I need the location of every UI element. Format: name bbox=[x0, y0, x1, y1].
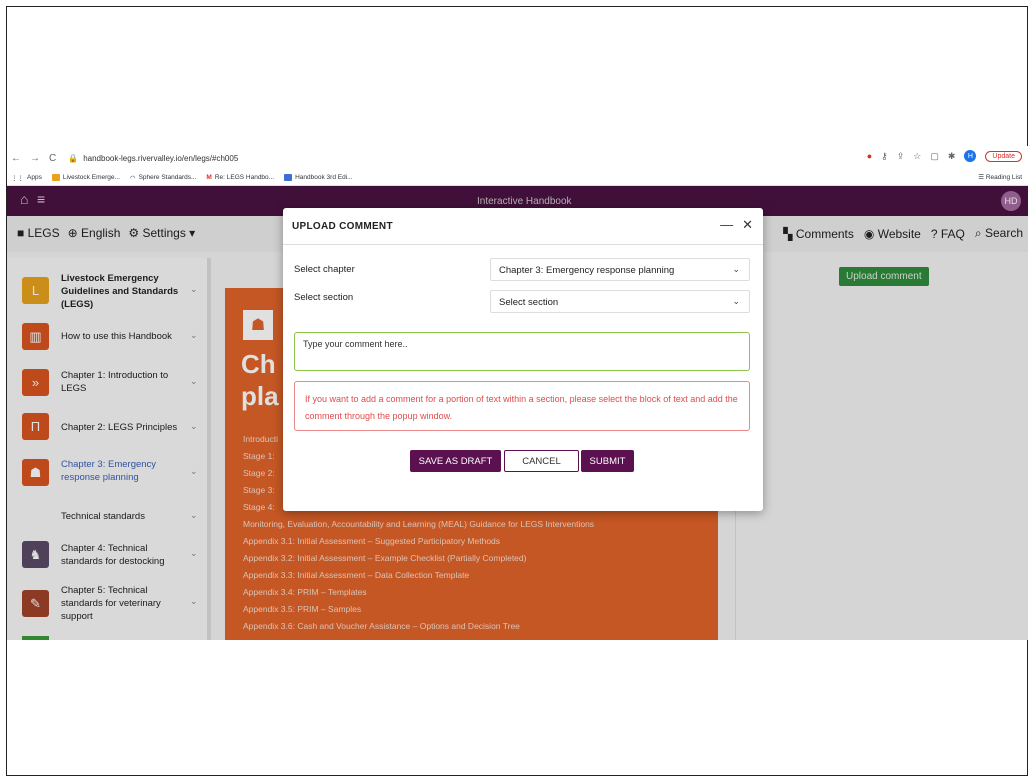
update-button[interactable]: Update bbox=[985, 150, 1022, 162]
address-bar: ← → C 🔒 handbook-legs.rivervalley.io/en/… bbox=[7, 146, 1028, 170]
section-label: Select section bbox=[294, 292, 354, 303]
modal-title: UPLOAD COMMENT bbox=[292, 221, 393, 232]
bookmark-apps[interactable]: ⋮⋮ Apps bbox=[11, 174, 42, 182]
comment-textarea[interactable]: Type your comment here.. bbox=[294, 332, 750, 371]
bookmark-livestock[interactable]: Livestock Emerge... bbox=[51, 174, 120, 181]
upload-comment-modal: UPLOAD COMMENT — ✕ Select chapter Chapte… bbox=[283, 208, 763, 511]
info-alert: If you want to add a comment for a porti… bbox=[294, 381, 750, 431]
bookmark-handbook[interactable]: Handbook 3rd Edi... bbox=[284, 174, 353, 181]
back-icon[interactable]: ← bbox=[11, 153, 21, 164]
comment-placeholder: Type your comment here.. bbox=[303, 339, 408, 349]
star-icon[interactable]: ☆ bbox=[913, 151, 921, 162]
minimize-icon[interactable]: — bbox=[720, 217, 733, 233]
modal-divider bbox=[283, 244, 763, 245]
location-icon[interactable]: ● bbox=[867, 151, 872, 161]
save-draft-button[interactable]: SAVE AS DRAFT bbox=[410, 450, 501, 472]
key-icon[interactable]: ⚷ bbox=[881, 151, 888, 162]
lock-icon: 🔒 bbox=[68, 153, 79, 163]
puzzle-icon[interactable]: ✱ bbox=[948, 151, 956, 162]
url-field[interactable]: 🔒 handbook-legs.rivervalley.io/en/legs/#… bbox=[68, 154, 238, 163]
submit-button[interactable]: SUBMIT bbox=[581, 450, 634, 472]
cancel-button[interactable]: CANCEL bbox=[504, 450, 579, 472]
sphere-icon: ◠ bbox=[129, 174, 136, 182]
apps-grid-icon: ⋮⋮ bbox=[11, 174, 24, 182]
reading-list-icon: ☰ bbox=[978, 174, 985, 181]
bookmarks-bar: ⋮⋮ Apps Livestock Emerge... ◠ Sphere Stand… bbox=[7, 170, 1028, 186]
close-icon[interactable]: ✕ bbox=[742, 217, 753, 233]
doc-icon bbox=[284, 174, 293, 181]
forward-icon[interactable]: → bbox=[30, 153, 40, 164]
extension-icon[interactable]: ▢ bbox=[930, 151, 939, 162]
chapter-select[interactable]: Chapter 3: Emergency response planning ⌄ bbox=[490, 258, 750, 281]
chevron-down-icon: ⌄ bbox=[732, 264, 740, 274]
share-icon[interactable]: ⇪ bbox=[897, 151, 905, 162]
reload-icon[interactable]: C bbox=[49, 153, 56, 164]
chevron-down-icon: ⌄ bbox=[732, 296, 740, 306]
url-text: handbook-legs.rivervalley.io/en/legs/#ch… bbox=[83, 153, 239, 163]
section-select[interactable]: Select section ⌄ bbox=[490, 290, 750, 313]
bookmark-gmail[interactable]: M Re: LEGS Handbo... bbox=[206, 174, 274, 181]
profile-avatar[interactable]: H bbox=[964, 150, 977, 162]
reading-list[interactable]: ☰ Reading List bbox=[978, 173, 1022, 181]
bookmark-sphere[interactable]: ◠ Sphere Standards... bbox=[130, 174, 197, 182]
browser-screenshot: ← → C 🔒 handbook-legs.rivervalley.io/en/… bbox=[7, 146, 1028, 640]
chapter-label: Select chapter bbox=[294, 264, 355, 275]
folder-icon bbox=[51, 174, 60, 181]
gmail-icon: M bbox=[206, 174, 212, 181]
